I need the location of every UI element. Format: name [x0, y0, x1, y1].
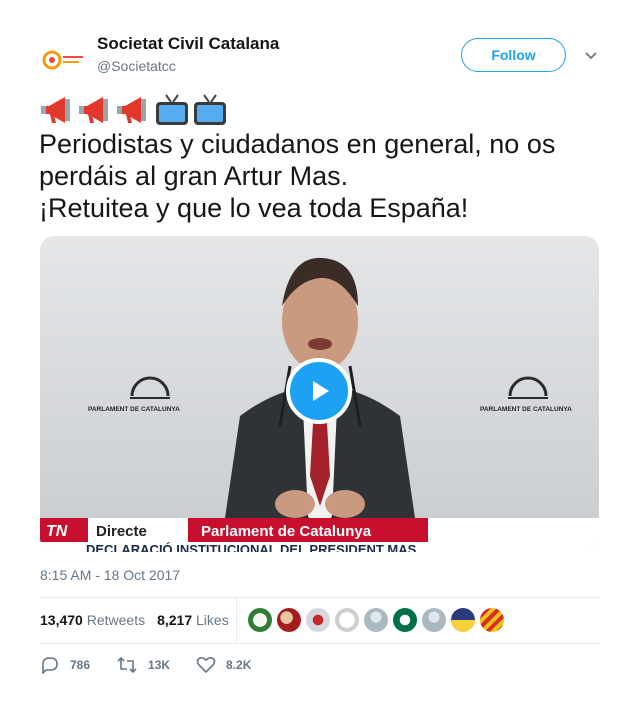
- tv-icon: [194, 94, 226, 125]
- reply-icon: [42, 657, 58, 674]
- liker-avatar[interactable]: [480, 608, 504, 632]
- liker-avatar[interactable]: [364, 608, 388, 632]
- play-button[interactable]: [286, 358, 352, 424]
- retweet-button[interactable]: 13K: [116, 656, 170, 674]
- author-name[interactable]: Societat Civil Catalana: [97, 34, 279, 54]
- tweet-timestamp[interactable]: 8:15 AM - 18 Oct 2017: [40, 567, 180, 583]
- divider: [40, 597, 600, 598]
- liker-avatars: [248, 608, 504, 632]
- likes-stat[interactable]: 8,217 Likes: [157, 612, 229, 628]
- liker-avatar[interactable]: [277, 608, 301, 632]
- tv-icon: [156, 94, 188, 125]
- likes-label: Likes: [196, 612, 229, 628]
- megaphone-icon: [117, 97, 146, 123]
- podium-label-right: PARLAMENT DE CATALUNYA: [480, 406, 572, 413]
- reply-count: 786: [70, 658, 91, 672]
- liker-avatar[interactable]: [248, 608, 272, 632]
- author-handle[interactable]: @Societatcc: [97, 58, 176, 74]
- liker-avatar[interactable]: [393, 608, 417, 632]
- megaphone-icon: [79, 97, 108, 123]
- emoji-row: [40, 93, 228, 127]
- retweets-label: Retweets: [86, 612, 146, 628]
- tweet-actions: 786 13K 8.2K: [40, 656, 277, 674]
- ticker-text: DECLARACIÓ INSTITUCIONAL DEL PRESIDENT M…: [86, 542, 417, 552]
- location-label: Parlament de Catalunya: [201, 523, 372, 540]
- liker-avatar[interactable]: [335, 608, 359, 632]
- chevron-down-icon[interactable]: [582, 46, 600, 64]
- engagement-stats: 13,470 Retweets 8,217 Likes: [40, 612, 229, 628]
- retweet-icon: [117, 656, 137, 674]
- play-icon: [313, 381, 329, 401]
- likes-count: 8,217: [157, 612, 193, 628]
- retweet-count: 13K: [148, 658, 171, 672]
- live-label: Directe: [96, 523, 147, 540]
- retweets-count: 13,470: [40, 612, 83, 628]
- reply-button[interactable]: 786: [40, 656, 90, 674]
- follow-button[interactable]: Follow: [461, 38, 566, 72]
- podium-label-left: PARLAMENT DE CATALUNYA: [88, 406, 180, 413]
- tweet-text: Periodistas y ciudadanos en general, no …: [39, 129, 556, 223]
- channel-logo: TN: [46, 523, 68, 540]
- heart-icon: [196, 656, 216, 674]
- megaphone-icon: [41, 97, 70, 123]
- video-player[interactable]: PARLAMENT DE CATALUNYA PARLAMENT DE CATA…: [40, 236, 599, 552]
- author-avatar[interactable]: [40, 36, 88, 84]
- like-count: 8.2K: [226, 658, 252, 672]
- retweets-stat[interactable]: 13,470 Retweets: [40, 612, 145, 628]
- liker-avatar[interactable]: [451, 608, 475, 632]
- liker-avatar[interactable]: [422, 608, 446, 632]
- liker-avatar[interactable]: [306, 608, 330, 632]
- like-button[interactable]: 8.2K: [196, 656, 251, 674]
- divider: [236, 597, 237, 643]
- divider: [40, 643, 600, 644]
